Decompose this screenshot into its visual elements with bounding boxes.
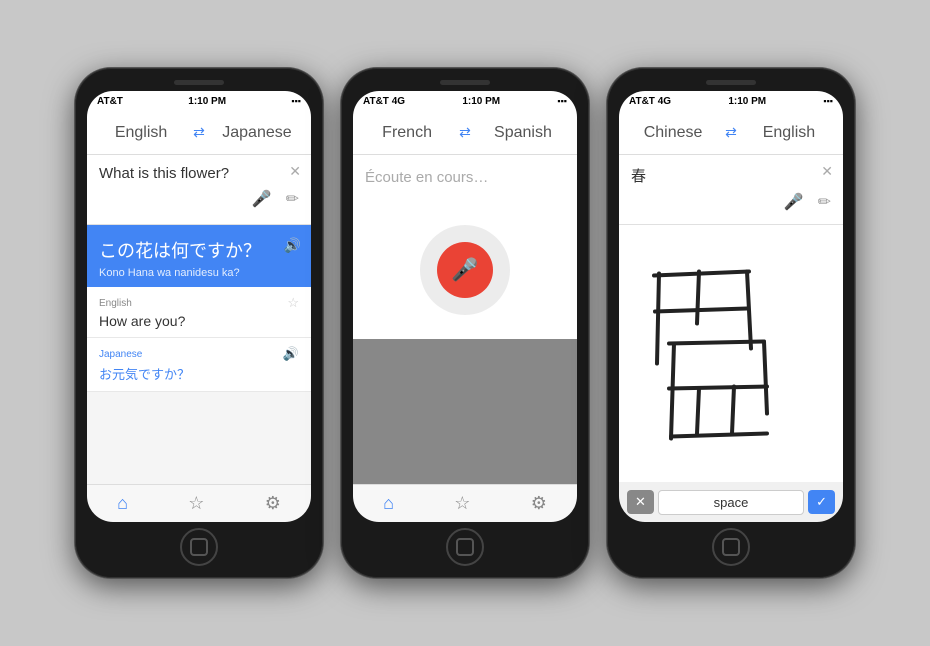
phone-1-spacer bbox=[87, 392, 311, 484]
phone-1-nav-home-icon[interactable]: ⌂ bbox=[117, 493, 128, 514]
phone-1-bottom-nav: ⌂ ☆ ⚙ bbox=[87, 484, 311, 522]
phone-2-nav-star-icon[interactable]: ☆ bbox=[454, 493, 470, 514]
phone-2-home-button[interactable] bbox=[446, 528, 484, 566]
phone-1-history-1-from-text: How are you? bbox=[99, 313, 299, 329]
phone-3-carrier-label: AT&T 4G bbox=[629, 96, 671, 107]
phone-1-history-1-to-lang-row: Japanese 🔊 bbox=[99, 346, 299, 362]
phone-2-carrier-label: AT&T 4G bbox=[363, 96, 405, 107]
phone-1-result-primary: この花は何ですか？ Kono Hana wa nanidesu ka? 🔊 bbox=[87, 225, 311, 287]
phone-2-voice-container: Écoute en cours… 🎤 bbox=[353, 155, 577, 484]
phone-2-status-bar: AT&T 4G 1:10 PM ▪▪▪ bbox=[353, 91, 577, 111]
battery-label: ▪▪▪ bbox=[291, 96, 301, 106]
phone-3-clear-button[interactable]: ✕ bbox=[821, 163, 833, 180]
phone-2-grey-area bbox=[353, 339, 577, 484]
swap-icon[interactable]: ⇄ bbox=[187, 124, 211, 141]
phone-3-status-bar: AT&T 4G 1:10 PM ▪▪▪ bbox=[619, 91, 843, 111]
phone-3-input-icons: 🎤 ✏ bbox=[631, 192, 831, 212]
handwriting-svg bbox=[619, 225, 843, 482]
phone-3: AT&T 4G 1:10 PM ▪▪▪ Chinese ⇄ English 春 … bbox=[607, 68, 855, 578]
phone-3-handwriting-icon[interactable]: ✏ bbox=[818, 192, 831, 212]
phone-3-input-text: 春 bbox=[631, 168, 646, 185]
phone-1-input-area: What is this flower? ✕ 🎤 ✏ bbox=[87, 155, 311, 225]
phone-1-lang-to[interactable]: Japanese bbox=[211, 124, 303, 142]
phone-1-status-bar: AT&T 1:10 PM ▪▪▪ bbox=[87, 91, 311, 111]
phone-2-mic-icon: 🎤 bbox=[451, 257, 478, 283]
phone-2-lang-to[interactable]: Spanish bbox=[477, 124, 569, 142]
phone-1-input-text: What is this flower? bbox=[99, 165, 229, 182]
phone-1: AT&T 1:10 PM ▪▪▪ English ⇄ Japanese What… bbox=[75, 68, 323, 578]
handwriting-icon[interactable]: ✏ bbox=[286, 189, 299, 209]
phone-3-handwriting-area[interactable] bbox=[619, 225, 843, 482]
time-label: 1:10 PM bbox=[188, 96, 226, 107]
phone-3-confirm-button[interactable]: ✓ bbox=[808, 490, 835, 514]
phone-1-history-1-speaker-icon[interactable]: 🔊 bbox=[283, 346, 299, 362]
phone-1-input-icons: 🎤 ✏ bbox=[99, 189, 299, 209]
phone-2-swap-icon[interactable]: ⇄ bbox=[453, 124, 477, 141]
phone-2-time-label: 1:10 PM bbox=[462, 96, 500, 107]
phone-2-voice-circle-wrapper: 🎤 bbox=[420, 225, 510, 315]
phone-3-screen: AT&T 4G 1:10 PM ▪▪▪ Chinese ⇄ English 春 … bbox=[619, 91, 843, 522]
phone-2-voice-outer-circle: 🎤 bbox=[420, 225, 510, 315]
phone-1-history-1-lang: English ☆ bbox=[99, 295, 299, 311]
phone-1-home-inner bbox=[190, 538, 208, 556]
phone-1-lang-bar: English ⇄ Japanese bbox=[87, 111, 311, 155]
phone-1-history-item-1: English ☆ How are you? bbox=[87, 287, 311, 338]
phone-3-lang-to[interactable]: English bbox=[743, 124, 835, 142]
phone-2: AT&T 4G 1:10 PM ▪▪▪ French ⇄ Spanish Éco… bbox=[341, 68, 589, 578]
phone-3-lang-from[interactable]: Chinese bbox=[627, 124, 719, 142]
phone-2-listening-text: Écoute en cours… bbox=[353, 155, 577, 200]
phone-1-clear-button[interactable]: ✕ bbox=[289, 163, 301, 180]
phone-3-handwriting-bottom: ✕ space ✓ bbox=[619, 482, 843, 522]
phone-3-microphone-icon[interactable]: 🎤 bbox=[784, 192, 804, 212]
phone-2-bottom-nav: ⌂ ☆ ⚙ bbox=[353, 484, 577, 522]
phone-3-swap-icon[interactable]: ⇄ bbox=[719, 124, 743, 141]
phone-3-home-button[interactable] bbox=[712, 528, 750, 566]
phone-1-history-1-to-text: お元気ですか？ bbox=[99, 364, 299, 383]
phone-3-lang-bar: Chinese ⇄ English bbox=[619, 111, 843, 155]
phone-3-time-label: 1:10 PM bbox=[728, 96, 766, 107]
phone-1-result-speaker-icon[interactable]: 🔊 bbox=[284, 237, 301, 254]
phone-1-result-text: この花は何ですか？ bbox=[99, 237, 299, 263]
carrier-label: AT&T bbox=[97, 96, 123, 107]
phone-2-lang-from[interactable]: French bbox=[361, 124, 453, 142]
phone-1-result-romanji: Kono Hana wa nanidesu ka? bbox=[99, 267, 299, 279]
phone-1-history-1-to-lang: Japanese bbox=[99, 349, 142, 360]
phone-2-home-inner bbox=[456, 538, 474, 556]
phone-2-nav-home-icon[interactable]: ⌂ bbox=[383, 493, 394, 514]
phone-3-input-area: 春 ✕ 🎤 ✏ bbox=[619, 155, 843, 225]
phone-3-space-button[interactable]: space bbox=[658, 490, 804, 515]
microphone-icon[interactable]: 🎤 bbox=[252, 189, 272, 209]
phone-1-lang-from[interactable]: English bbox=[95, 124, 187, 142]
phone-3-speaker bbox=[706, 80, 756, 85]
phone-1-nav-star-icon[interactable]: ☆ bbox=[188, 493, 204, 514]
phone-1-history-item-1-translation: Japanese 🔊 お元気ですか？ bbox=[87, 338, 311, 392]
phone-2-lang-bar: French ⇄ Spanish bbox=[353, 111, 577, 155]
phone-3-home-inner bbox=[722, 538, 740, 556]
phone-2-speaker bbox=[440, 80, 490, 85]
phone-1-speaker bbox=[174, 80, 224, 85]
phone-1-screen: AT&T 1:10 PM ▪▪▪ English ⇄ Japanese What… bbox=[87, 91, 311, 522]
phone-1-nav-gear-icon[interactable]: ⚙ bbox=[265, 493, 281, 514]
phone-3-delete-button[interactable]: ✕ bbox=[627, 490, 654, 514]
phone-1-home-button[interactable] bbox=[180, 528, 218, 566]
phone-1-history-1-star-icon[interactable]: ☆ bbox=[287, 295, 299, 311]
phone-2-mic-button[interactable]: 🎤 bbox=[437, 242, 493, 298]
phone-2-battery-label: ▪▪▪ bbox=[557, 96, 567, 106]
phone-1-history-1-from-lang: English bbox=[99, 298, 132, 309]
phone-3-battery-label: ▪▪▪ bbox=[823, 96, 833, 106]
phone-2-nav-gear-icon[interactable]: ⚙ bbox=[531, 493, 547, 514]
phone-2-screen: AT&T 4G 1:10 PM ▪▪▪ French ⇄ Spanish Éco… bbox=[353, 91, 577, 522]
phones-container: AT&T 1:10 PM ▪▪▪ English ⇄ Japanese What… bbox=[55, 48, 875, 598]
